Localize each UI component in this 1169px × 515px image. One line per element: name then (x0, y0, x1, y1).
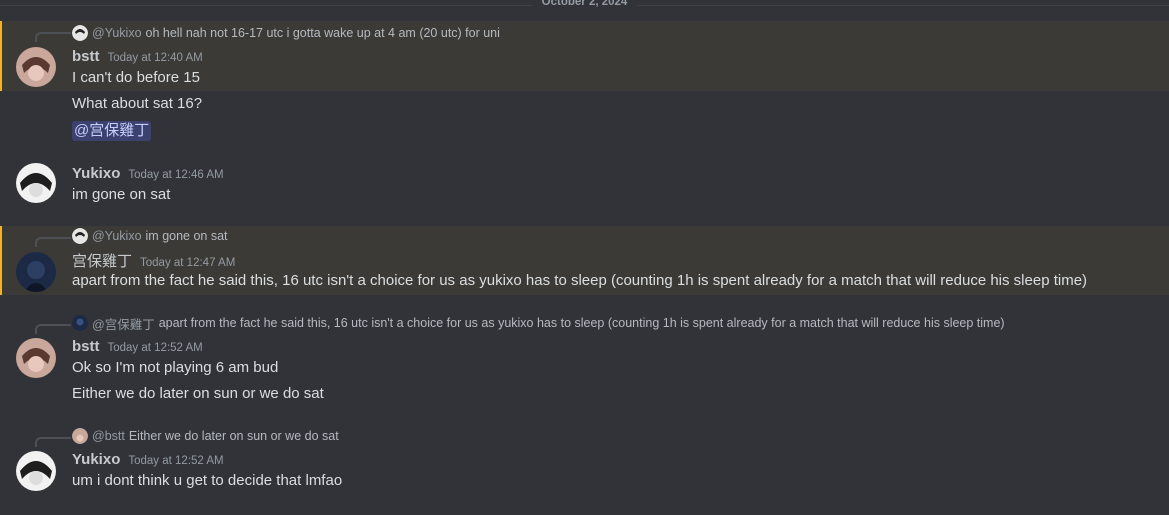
reply-text: apart from the fact he said this, 16 utc… (158, 316, 1005, 330)
reply-author[interactable]: @宫保雞丁 (92, 314, 155, 333)
reply-spine (35, 324, 71, 334)
message-text: What about sat 16? (72, 95, 203, 112)
reply-spine (35, 32, 71, 42)
yukixo-mini-avatar-icon (72, 228, 88, 244)
message-bstt-1[interactable]: @Yukixo oh hell nah not 16-17 utc i gott… (0, 21, 1169, 91)
bstt-avatar-icon (16, 338, 56, 378)
reply-author[interactable]: @bstt (92, 429, 125, 443)
author-name[interactable]: bstt (72, 338, 100, 355)
reply-preview[interactable]: @Yukixo im gone on sat (72, 227, 228, 245)
timestamp[interactable]: Today at 12:52 AM (108, 342, 203, 354)
message-bstt-2[interactable]: @宫保雞丁 apart from the fact he said this, … (0, 313, 1169, 408)
reply-preview[interactable]: @Yukixo oh hell nah not 16-17 utc i gott… (72, 24, 500, 42)
message-text: Either we do later on sun or we do sat (72, 385, 324, 402)
yukixo-mini-avatar-icon (72, 25, 88, 41)
message-text: um i dont think u get to decide that lmf… (72, 472, 343, 489)
timestamp[interactable]: Today at 12:47 AM (140, 257, 235, 269)
avatar[interactable] (16, 163, 56, 203)
avatar[interactable] (16, 451, 56, 491)
reply-spine (35, 437, 71, 447)
reply-spine (35, 237, 71, 247)
gongbao-mini-avatar-icon (72, 315, 88, 331)
reply-text: im gone on sat (145, 229, 228, 243)
message-text: I can't do before 15 (72, 69, 200, 86)
message-gongbao-1[interactable]: @Yukixo im gone on sat 宫保雞丁 Today at 12:… (0, 226, 1169, 295)
bstt-avatar-icon (16, 47, 56, 87)
yukixo-avatar-icon (16, 163, 56, 203)
avatar[interactable] (16, 47, 56, 87)
yukixo-avatar-icon (16, 451, 56, 491)
author-name[interactable]: 宫保雞丁 (72, 250, 132, 271)
reply-preview[interactable]: @宫保雞丁 apart from the fact he said this, … (72, 314, 1005, 332)
gongbao-avatar-icon (16, 252, 56, 292)
message-text: im gone on sat (72, 186, 171, 203)
reply-author[interactable]: @Yukixo (92, 229, 142, 243)
timestamp[interactable]: Today at 12:40 AM (108, 52, 203, 64)
message-text: Ok so I'm not playing 6 am bud (72, 359, 279, 376)
user-mention[interactable]: @宫保雞丁 (72, 121, 152, 141)
avatar[interactable] (16, 338, 56, 378)
author-name[interactable]: Yukixo (72, 451, 120, 468)
timestamp[interactable]: Today at 12:46 AM (128, 169, 223, 181)
reply-text: Either we do later on sun or we do sat (128, 429, 339, 443)
message-yukixo-1[interactable]: Yukixo Today at 12:46 AM im gone on sat (0, 160, 1169, 210)
date-divider: October 2, 2024 (0, 0, 1169, 10)
reply-preview[interactable]: @bstt Either we do later on sun or we do… (72, 427, 339, 445)
author-name[interactable]: bstt (72, 48, 100, 65)
reply-text: oh hell nah not 16-17 utc i gotta wake u… (145, 26, 500, 40)
timestamp[interactable]: Today at 12:52 AM (128, 455, 223, 467)
bstt-mini-avatar-icon (72, 428, 88, 444)
reply-author[interactable]: @Yukixo (92, 26, 142, 40)
message-yukixo-2[interactable]: @bstt Either we do later on sun or we do… (0, 426, 1169, 496)
date-label: October 2, 2024 (531, 0, 638, 8)
message-text: apart from the fact he said this, 16 utc… (72, 272, 1088, 289)
author-name[interactable]: Yukixo (72, 165, 120, 182)
avatar[interactable] (16, 252, 56, 292)
